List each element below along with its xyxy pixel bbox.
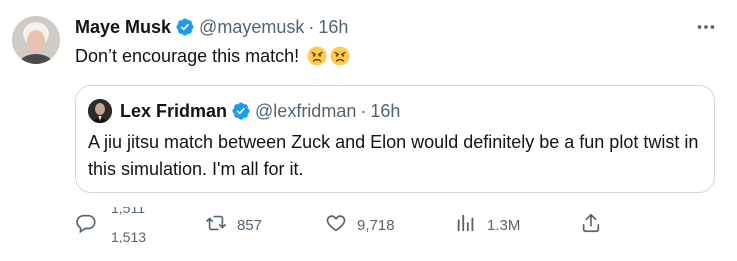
views-button[interactable]: 1.3M (455, 205, 520, 245)
reply-icon (75, 212, 97, 239)
reply-count: 1,511 1,513 (111, 207, 151, 243)
tweet[interactable]: Maye Musk @mayemusk · 16h Don’t encourag… (0, 0, 737, 261)
angry-face-icon (307, 46, 327, 66)
quoted-author-name[interactable]: Lex Fridman (120, 101, 227, 122)
author-avatar[interactable] (12, 16, 60, 64)
verified-badge-icon (231, 101, 251, 121)
angry-face-icon (330, 46, 350, 66)
quoted-tweet[interactable]: Lex Fridman @lexfridman · 16h A jiu jits… (75, 85, 715, 193)
like-button[interactable]: 9,718 (325, 205, 395, 245)
tweet-actions: 1,511 1,513 857 9,718 1.3M (75, 205, 715, 245)
reply-count-bottom: 1,513 (111, 229, 147, 243)
quoted-avatar-image (88, 99, 112, 123)
author-handle[interactable]: @mayemusk (199, 17, 304, 38)
more-options-icon[interactable] (695, 16, 717, 38)
retweet-icon (205, 212, 227, 239)
retweet-button[interactable]: 857 (205, 205, 262, 245)
reply-button[interactable]: 1,511 1,513 (75, 205, 146, 245)
reply-count-top: 1,511 (111, 207, 145, 216)
retweet-count: 857 (237, 216, 263, 234)
like-count: 9,718 (357, 216, 395, 234)
views-count: 1.3M (487, 216, 521, 234)
quoted-author-avatar[interactable] (88, 99, 112, 123)
avatar-image (12, 16, 60, 64)
separator-dot: · (308, 16, 315, 37)
quoted-author-handle[interactable]: @lexfridman (255, 101, 356, 122)
quoted-tweet-time[interactable]: 16h (370, 101, 400, 122)
share-icon (580, 212, 602, 239)
heart-icon (325, 212, 347, 239)
analytics-icon (455, 212, 477, 239)
quoted-tweet-text: A jiu jitsu match between Zuck and Elon … (88, 132, 699, 179)
tweet-text: Don’t encourage this match! (75, 46, 300, 66)
quoted-tweet-header: Lex Fridman @lexfridman · 16h (120, 99, 400, 123)
verified-badge-icon (175, 17, 195, 37)
tweet-time[interactable]: 16h (318, 17, 348, 38)
tweet-header: Maye Musk @mayemusk · 16h (75, 15, 348, 39)
tweet-text-block: Don’t encourage this match! (75, 44, 350, 68)
separator-dot: · (360, 100, 367, 121)
author-name[interactable]: Maye Musk (75, 17, 171, 38)
share-button[interactable] (580, 205, 602, 245)
